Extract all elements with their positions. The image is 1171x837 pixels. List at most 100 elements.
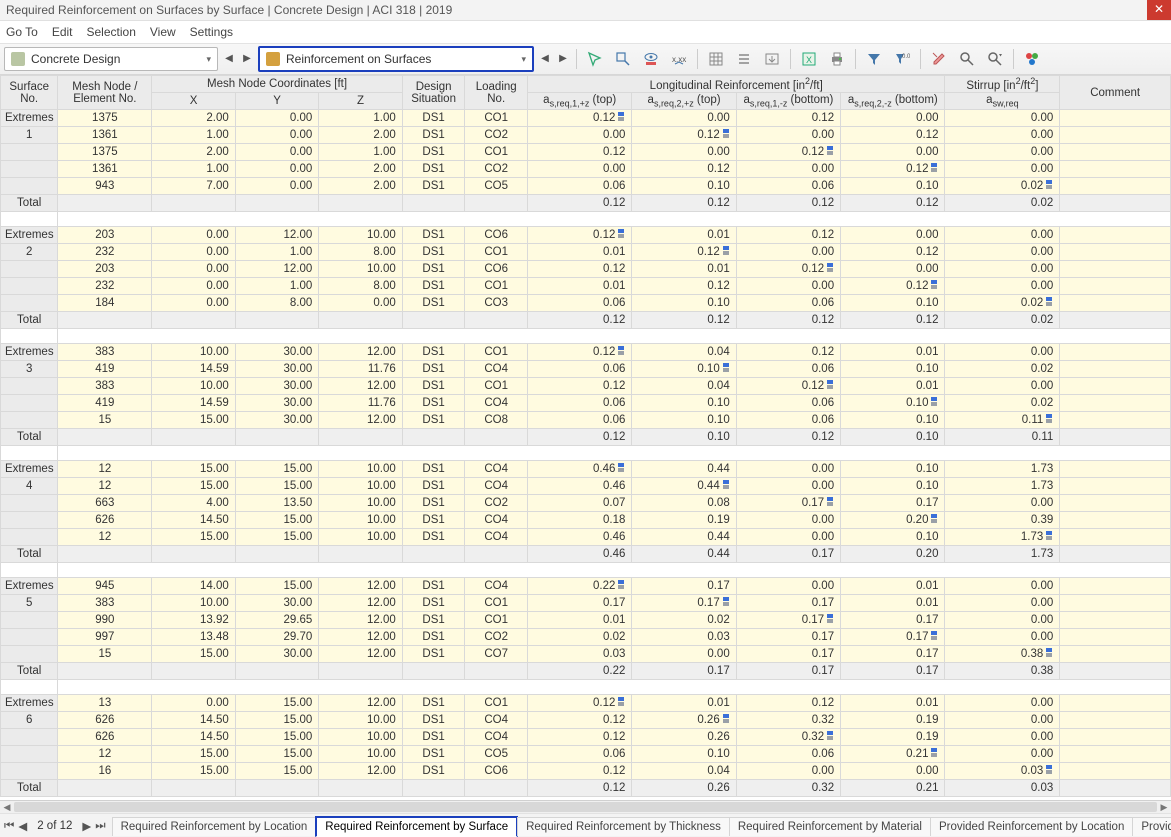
cell[interactable]	[1060, 529, 1171, 546]
row-header[interactable]	[1, 378, 58, 395]
cell[interactable]: CO1	[465, 695, 528, 712]
cell[interactable]: 0.06	[528, 746, 632, 763]
col-asreq2-bot[interactable]: as,req,2,-z (bottom)	[841, 93, 945, 110]
row-header[interactable]: 4	[1, 478, 58, 495]
cell[interactable]	[465, 312, 528, 329]
row-header[interactable]: Extremes	[1, 227, 58, 244]
menu-selection[interactable]: Selection	[87, 25, 136, 39]
cell[interactable]: 0.22	[528, 663, 632, 680]
cell[interactable]: 1375	[58, 144, 152, 161]
cell[interactable]: 0.17	[736, 663, 840, 680]
cell[interactable]	[1060, 578, 1171, 595]
cell[interactable]	[58, 195, 152, 212]
cell[interactable]: DS1	[402, 295, 465, 312]
cell[interactable]: DS1	[402, 629, 465, 646]
cell[interactable]: 10.00	[152, 344, 235, 361]
cell[interactable]: 12.00	[319, 578, 403, 595]
row-header[interactable]	[1, 763, 58, 780]
cell[interactable]	[1060, 461, 1171, 478]
cell[interactable]: 12.00	[319, 612, 403, 629]
cell[interactable]: CO4	[465, 461, 528, 478]
table-row[interactable]: Extremes13752.000.001.00DS1CO10.120.000.…	[1, 110, 1171, 127]
cell[interactable]: 0.00	[152, 278, 235, 295]
cell[interactable]: 12	[58, 461, 152, 478]
cell[interactable]: 0.12	[841, 195, 945, 212]
cell[interactable]: 0.19	[632, 512, 736, 529]
tab-req-by-material[interactable]: Required Reinforcement by Material	[729, 817, 931, 836]
row-header[interactable]	[1, 729, 58, 746]
row-header[interactable]	[1, 646, 58, 663]
cell[interactable]: 0.12	[528, 378, 632, 395]
close-button[interactable]: ✕	[1147, 0, 1171, 20]
row-header[interactable]: Total	[1, 663, 58, 680]
menu-edit[interactable]: Edit	[52, 25, 73, 39]
cell[interactable]	[235, 312, 318, 329]
cell[interactable]: 12.00	[319, 646, 403, 663]
cell[interactable]: 383	[58, 378, 152, 395]
cell[interactable]: CO1	[465, 378, 528, 395]
next-result-button[interactable]: ▶	[556, 49, 570, 69]
cell[interactable]	[152, 546, 235, 563]
tab-req-by-thickness[interactable]: Required Reinforcement by Thickness	[517, 817, 730, 836]
cell[interactable]: 0.00	[235, 127, 318, 144]
cell[interactable]: 0.17	[528, 595, 632, 612]
cell[interactable]: 0.17	[841, 663, 945, 680]
export-icon[interactable]	[760, 47, 784, 71]
cell[interactable]: DS1	[402, 578, 465, 595]
cell[interactable]: 0.02	[945, 312, 1060, 329]
cell[interactable]: 0.00	[736, 461, 840, 478]
cell[interactable]	[1060, 227, 1171, 244]
cell[interactable]: 0.12	[528, 344, 632, 361]
col-comment[interactable]: Comment	[1060, 76, 1171, 110]
cell[interactable]: 12.00	[319, 763, 403, 780]
table-row[interactable]: Extremes130.0015.0012.00DS1CO10.120.010.…	[1, 695, 1171, 712]
cell[interactable]: 0.10	[632, 295, 736, 312]
horizontal-scrollbar[interactable]: ◀ ▶	[0, 801, 1171, 813]
cell[interactable]: 16	[58, 763, 152, 780]
cell[interactable]: 0.00	[945, 127, 1060, 144]
cell[interactable]: 15.00	[152, 763, 235, 780]
cell[interactable]: 0.44	[632, 461, 736, 478]
cell[interactable]: 383	[58, 344, 152, 361]
cell[interactable]: 0.12	[736, 312, 840, 329]
cell[interactable]: 0.38	[945, 646, 1060, 663]
table-row[interactable]: 2320.001.008.00DS1CO10.010.120.000.120.0…	[1, 278, 1171, 295]
cell[interactable]: 15	[58, 412, 152, 429]
tab-prov-by-location[interactable]: Provided Reinforcement by Location	[930, 817, 1133, 836]
table-row[interactable]: 62614.5015.0010.00DS1CO40.120.260.320.19…	[1, 729, 1171, 746]
cell[interactable]: DS1	[402, 529, 465, 546]
cell[interactable]: 10.00	[152, 595, 235, 612]
cell[interactable]: DS1	[402, 110, 465, 127]
cell[interactable]: CO4	[465, 712, 528, 729]
cell[interactable]: 14.50	[152, 729, 235, 746]
cell[interactable]: CO2	[465, 629, 528, 646]
cell[interactable]: 0.11	[945, 429, 1060, 446]
cell[interactable]: 15.00	[152, 461, 235, 478]
table-row[interactable]: 41914.5930.0011.76DS1CO40.060.100.060.10…	[1, 395, 1171, 412]
cell[interactable]: 13	[58, 695, 152, 712]
cell[interactable]: 0.10	[841, 529, 945, 546]
cell[interactable]: 0.12	[528, 261, 632, 278]
cell[interactable]: DS1	[402, 227, 465, 244]
scroll-left-arrow[interactable]: ◀	[0, 801, 14, 813]
cell[interactable]	[58, 429, 152, 446]
cell[interactable]: DS1	[402, 712, 465, 729]
pager-prev-button[interactable]: ◀	[18, 819, 27, 833]
row-header[interactable]: Extremes	[1, 461, 58, 478]
cell[interactable]: 14.50	[152, 512, 235, 529]
cell[interactable]: 0.01	[632, 261, 736, 278]
cell[interactable]: DS1	[402, 729, 465, 746]
pager-last-button[interactable]: ⏭	[95, 820, 105, 833]
cell[interactable]: 0.46	[528, 461, 632, 478]
cell[interactable]: 30.00	[235, 646, 318, 663]
row-header[interactable]	[1, 261, 58, 278]
cell[interactable]: 0.10	[632, 746, 736, 763]
cell[interactable]	[1060, 595, 1171, 612]
cell[interactable]: 0.01	[528, 612, 632, 629]
cell[interactable]: 0.11	[945, 412, 1060, 429]
cell[interactable]: DS1	[402, 495, 465, 512]
table-row[interactable]: Extremes2030.0012.0010.00DS1CO60.120.010…	[1, 227, 1171, 244]
table-row[interactable]: Extremes94514.0015.0012.00DS1CO40.220.17…	[1, 578, 1171, 595]
cell[interactable]	[319, 195, 403, 212]
cell[interactable]: 12.00	[319, 412, 403, 429]
